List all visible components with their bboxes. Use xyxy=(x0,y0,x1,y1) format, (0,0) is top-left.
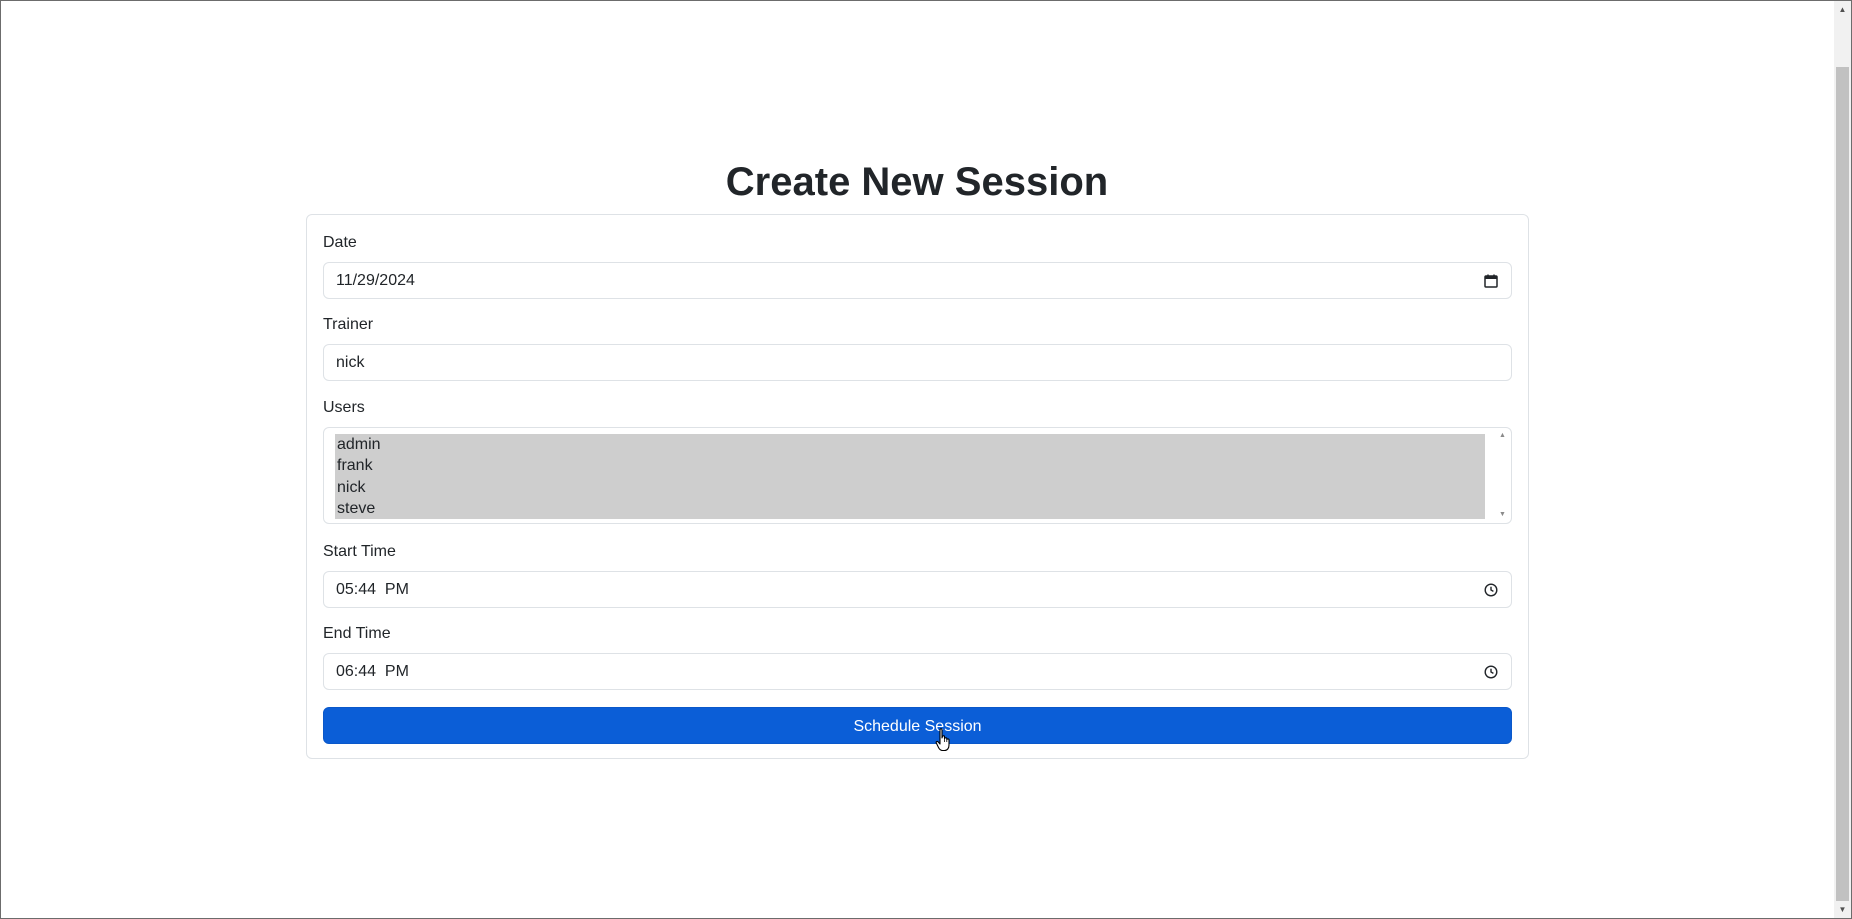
start-time-value: 05:44 PM xyxy=(336,580,409,598)
user-option-steve[interactable]: steve xyxy=(335,498,1485,519)
users-list-scrollbar[interactable]: ▲ ▼ xyxy=(1494,428,1511,523)
date-label: Date xyxy=(323,234,357,251)
user-option-nick[interactable]: nick xyxy=(335,477,1485,498)
scroll-up-arrow-icon[interactable]: ▲ xyxy=(1834,1,1851,18)
user-option-admin[interactable]: admin xyxy=(335,434,1485,455)
date-input[interactable]: 11/29/2024 xyxy=(323,262,1512,299)
users-label: Users xyxy=(323,399,365,416)
page-scrollbar[interactable]: ▲ ▼ xyxy=(1834,1,1851,918)
clock-icon[interactable] xyxy=(1483,664,1499,680)
trainer-label: Trainer xyxy=(323,316,374,333)
scroll-down-arrow-icon[interactable]: ▼ xyxy=(1834,901,1851,918)
scrollbar-thumb[interactable] xyxy=(1836,67,1849,901)
users-multiselect[interactable]: admin frank nick steve ▲ ▼ xyxy=(323,427,1512,524)
list-scroll-down-icon[interactable]: ▼ xyxy=(1494,509,1511,521)
page-title: Create New Session xyxy=(725,160,1109,204)
trainer-input[interactable]: nick xyxy=(323,344,1512,381)
pointer-hand-icon xyxy=(935,728,953,752)
session-form-card: Date 11/29/2024 Trainer nick Users admin… xyxy=(306,214,1529,759)
list-scroll-up-icon[interactable]: ▲ xyxy=(1494,430,1511,442)
start-time-label: Start Time xyxy=(323,543,396,560)
clock-icon[interactable] xyxy=(1483,582,1499,598)
end-time-label: End Time xyxy=(323,625,391,642)
calendar-icon[interactable] xyxy=(1483,273,1499,289)
start-time-input[interactable]: 05:44 PM xyxy=(323,571,1512,608)
schedule-session-button[interactable]: Schedule Session xyxy=(323,707,1512,744)
end-time-value: 06:44 PM xyxy=(336,662,409,680)
trainer-value: nick xyxy=(336,353,365,371)
end-time-input[interactable]: 06:44 PM xyxy=(323,653,1512,690)
user-option-frank[interactable]: frank xyxy=(335,455,1485,476)
users-options-list: admin frank nick steve xyxy=(335,434,1485,519)
date-value: 11/29/2024 xyxy=(336,271,415,289)
